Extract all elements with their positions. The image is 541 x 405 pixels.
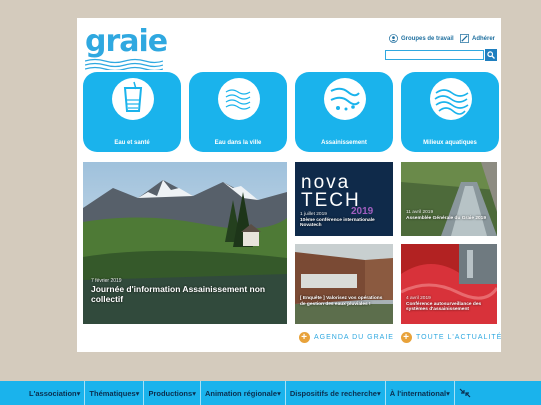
agenda-link[interactable]: + AGENDA DU GRAIE [299,332,394,343]
homepage-preview: graie Groupes de travail Adhérer Eau et … [77,18,501,352]
agenda-label: AGENDA DU GRAIE [314,334,394,341]
nav-item-international[interactable]: À l'international ▾ [386,381,455,405]
theme-label: Eau et santé [114,140,150,146]
theme-label: Assainissement [321,140,367,146]
theme-tile-sanitation[interactable]: Assainissement [295,72,393,152]
plus-icon: + [401,332,412,343]
nav-label: Productions [148,388,193,398]
news-title: Journée d'information Assainissement non… [91,284,266,304]
nav-item-research[interactable]: Dispositifs de recherche ▾ [286,381,386,405]
search-input[interactable] [385,50,484,60]
search-icon [487,51,495,59]
people-icon [389,34,398,43]
news-title: 10ème conférence internationale Novatech [300,217,375,229]
nav-item-themes[interactable]: Thématiques ▾ [85,381,145,405]
search-button[interactable] [485,49,497,61]
nav-item-regional[interactable]: Animation régionale ▾ [201,381,286,405]
nav-label: À l'international [389,388,447,398]
theme-label: Eau dans la ville [214,140,262,146]
waterfall-icon [218,78,260,120]
main-navbar: L'association ▾ Thématiques ▾ Production… [0,381,541,405]
nav-item-association[interactable]: L'association ▾ [25,381,86,405]
theme-tile-water-health[interactable]: Eau et santé [83,72,181,152]
join-label: Adhérer [472,35,496,42]
chevron-down-icon: ▾ [135,388,140,398]
chevron-down-icon: ▾ [192,388,196,398]
join-link[interactable]: Adhérer [460,34,495,43]
graie-logo[interactable]: graie [85,26,168,58]
plus-icon: + [299,332,310,343]
conference-news-card[interactable]: 4 avril 2019 Conférence autosurveillance… [401,244,497,324]
news-title: [ Enquête ] Valorisez vos opérations de … [300,296,383,307]
working-groups-link[interactable]: Groupes de travail [389,34,454,43]
wave-icon [430,78,472,120]
theme-label: Milieux aquatiques [423,140,477,146]
pipe-icon [324,78,366,120]
building-image [295,244,393,324]
glass-icon [112,78,154,120]
pencil-icon [460,34,469,43]
chevron-down-icon: ▾ [446,388,450,398]
news-date: 1 juillet 2019 [300,212,327,217]
all-news-link[interactable]: + TOUTE L'ACTUALITÉ [401,332,502,343]
featured-news-card[interactable]: 7 février 2019 Journée d'information Ass… [83,162,287,324]
nav-label: Animation régionale [204,388,278,398]
chevron-down-icon: ▾ [76,388,81,398]
chevron-down-icon: ▾ [376,388,381,398]
collapse-arrows-icon [459,388,471,398]
survey-news-card[interactable]: [ Enquête ] Valorisez vos opérations de … [295,244,393,324]
wet-road-image [401,162,497,236]
working-groups-label: Groupes de travail [401,35,454,42]
assembly-news-card[interactable]: 11 avril 2019 Assemblée Générale du Grai… [401,162,497,236]
nav-label: L'association [29,388,77,398]
news-title: Assemblée Générale du Graie 2019 [406,215,486,221]
all-news-label: TOUTE L'ACTUALITÉ [416,334,503,341]
news-date: 11 avril 2019 [406,210,434,215]
chevron-down-icon: ▾ [277,388,281,398]
logo-wave-icon [85,58,163,70]
news-date: 7 février 2019 [91,278,122,284]
collapse-button[interactable] [455,381,475,405]
theme-tile-water-city[interactable]: Eau dans la ville [189,72,287,152]
theme-tile-aquatic[interactable]: Milieux aquatiques [401,72,499,152]
novatech-news-card[interactable]: nova TECH 2019 1 juillet 2019 10ème conf… [295,162,393,236]
news-title: Conférence autosurveillance des systèmes… [406,301,482,313]
nav-label: Thématiques [89,388,136,398]
news-date: 4 avril 2019 [406,296,431,301]
nav-item-productions[interactable]: Productions ▾ [144,381,201,405]
nav-label: Dispositifs de recherche [289,388,377,398]
